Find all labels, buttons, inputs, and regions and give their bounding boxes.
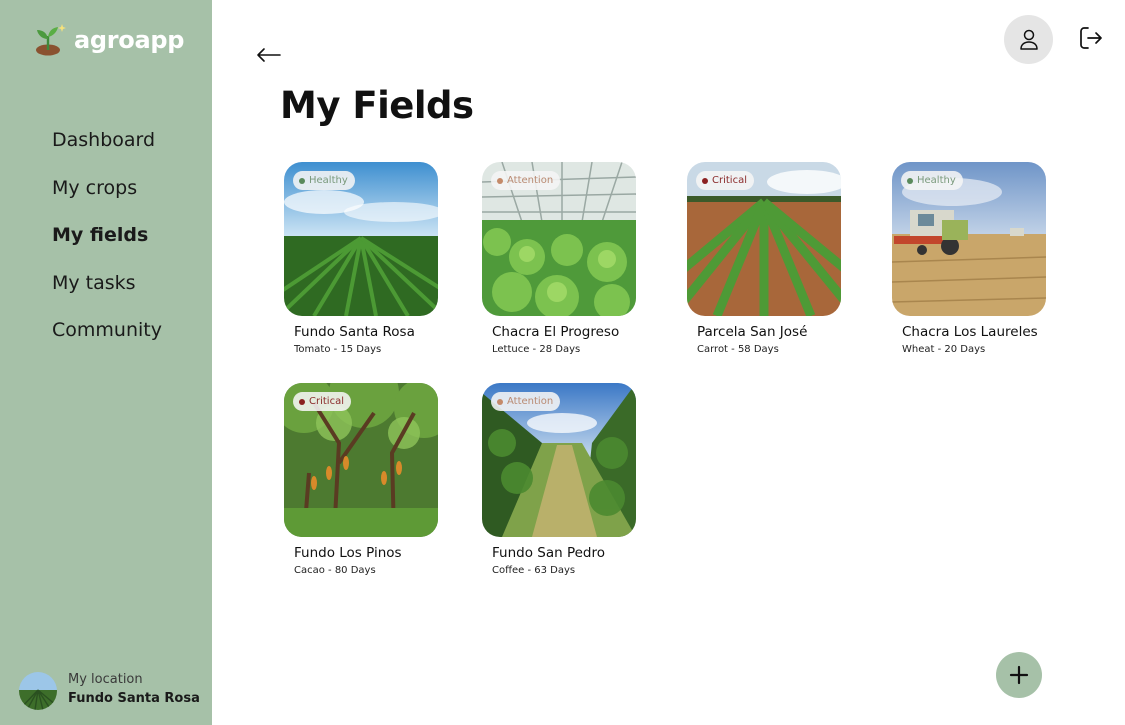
status-badge: Critical [293,392,351,411]
field-image: Attention [482,162,636,316]
field-image: Attention [482,383,636,537]
sidebar-item-community[interactable]: Community [52,317,162,365]
status-badge: Critical [696,171,754,190]
field-image: Critical [687,162,841,316]
status-dot [497,398,503,405]
field-card[interactable]: Attention Fundo San Pedro Coffee - 63 Da… [482,383,662,576]
logout-button[interactable] [1077,24,1105,52]
location-caption: My location [68,672,143,687]
logout-icon [1080,27,1102,49]
field-image: Healthy [892,162,1046,316]
field-card[interactable]: Healthy Chacra Los Laureles Wheat - 20 D… [892,162,1072,355]
field-meta: Wheat - 20 Days [902,344,986,355]
add-field-button[interactable] [996,652,1042,698]
page-title: My Fields [280,84,474,127]
location-avatar [19,672,57,710]
location-value: Fundo Santa Rosa [68,691,200,706]
sidebar-item-my-fields[interactable]: My fields [52,222,162,270]
field-meta: Cacao - 80 Days [294,565,376,576]
status-dot [299,398,305,405]
field-card[interactable]: Attention Chacra El Progreso Lettuce - 2… [482,162,662,355]
field-card[interactable]: Critical Fundo Los Pinos Cacao - 80 Days [284,383,464,576]
field-image: Healthy [284,162,438,316]
status-label: Critical [712,175,747,186]
sidebar-nav: Dashboard My crops My fields My tasks Co… [52,127,162,365]
sidebar-item-my-crops[interactable]: My crops [52,175,162,223]
sidebar: agroapp Dashboard My crops My fields My … [0,0,212,725]
sprout-icon [36,24,66,56]
field-name: Chacra Los Laureles [902,324,1038,340]
status-dot [702,177,708,184]
status-dot [497,177,503,184]
status-label: Attention [507,396,554,407]
field-name: Fundo San Pedro [492,545,605,561]
field-meta: Coffee - 63 Days [492,565,576,576]
plus-icon [1009,665,1029,685]
status-badge: Healthy [293,171,355,190]
field-name: Fundo Los Pinos [294,545,402,561]
location-selector[interactable]: My location Fundo Santa Rosa [19,672,200,710]
status-badge: Attention [491,392,561,411]
status-label: Healthy [309,175,348,186]
sidebar-item-dashboard[interactable]: Dashboard [52,127,162,175]
field-meta: Carrot - 58 Days [697,344,779,355]
field-card[interactable]: Healthy Fundo Santa Rosa Tomato - 15 Day… [284,162,464,355]
profile-button[interactable] [1004,15,1053,64]
status-label: Critical [309,396,344,407]
field-image: Critical [284,383,438,537]
arrow-left-icon [257,48,281,62]
status-dot [907,177,913,184]
app-logo[interactable]: agroapp [34,22,184,58]
status-badge: Healthy [901,171,963,190]
field-name: Fundo Santa Rosa [294,324,415,340]
field-card[interactable]: Critical Parcela San José Carrot - 58 Da… [687,162,867,355]
field-name: Chacra El Progreso [492,324,620,340]
field-meta: Lettuce - 28 Days [492,344,581,355]
user-icon [1019,29,1038,50]
field-meta: Tomato - 15 Days [294,344,382,355]
sidebar-item-my-tasks[interactable]: My tasks [52,270,162,318]
status-dot [299,177,305,184]
status-label: Healthy [917,175,956,186]
app-name: agroapp [74,26,185,54]
status-label: Attention [507,175,554,186]
back-button[interactable] [254,42,284,68]
field-name: Parcela San José [697,324,808,340]
status-badge: Attention [491,171,561,190]
